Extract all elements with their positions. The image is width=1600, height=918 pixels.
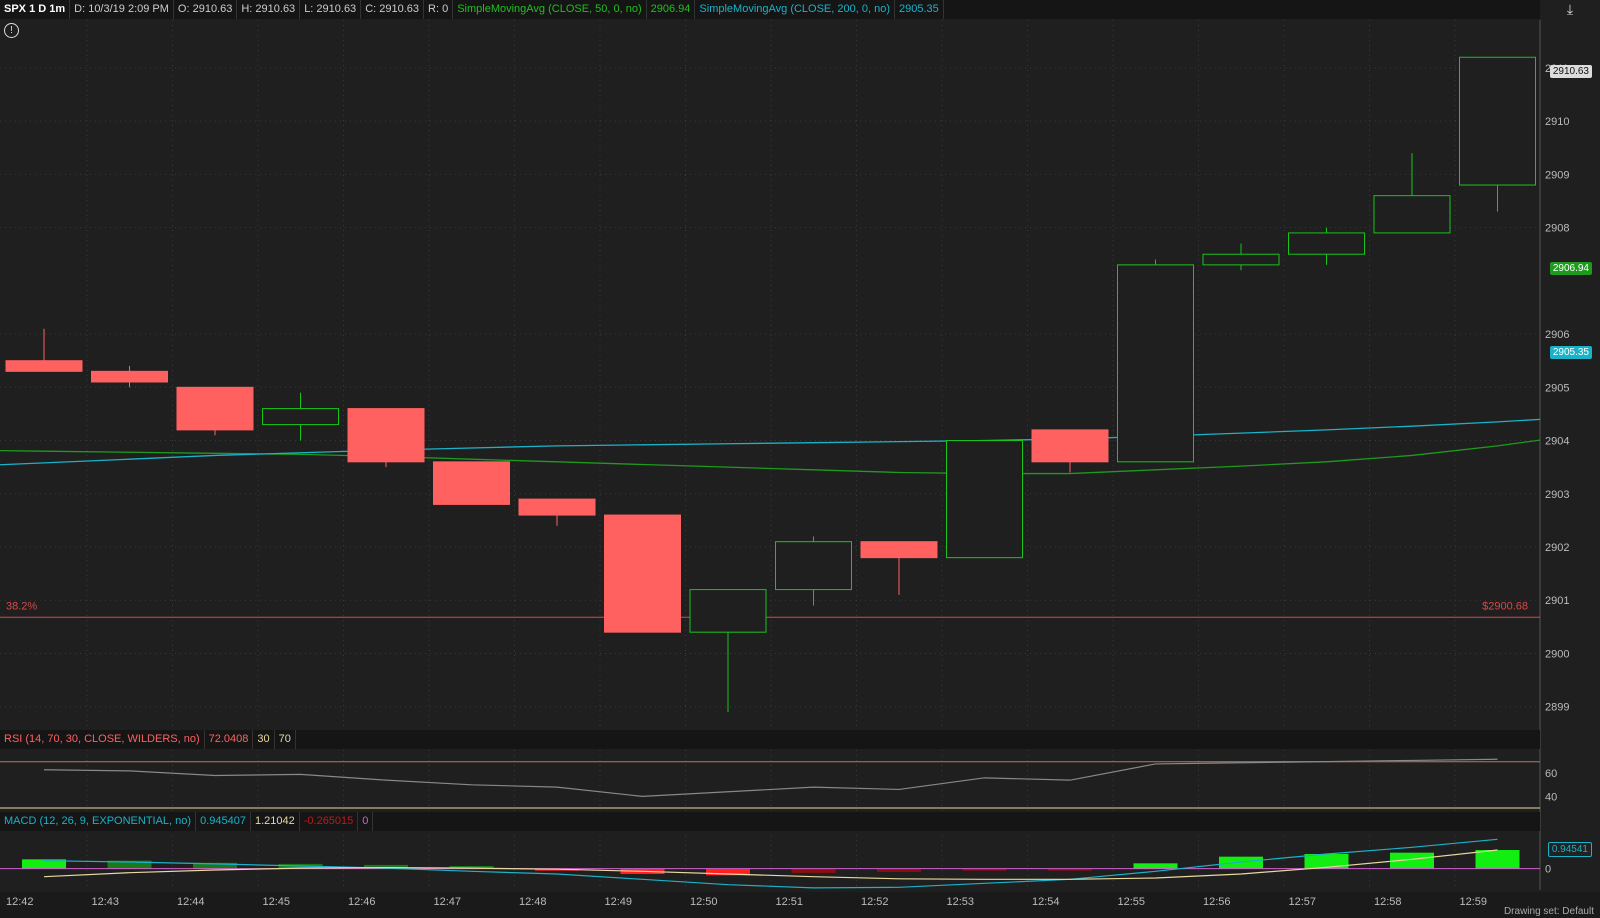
y-tick-label: 2909 — [1545, 169, 1569, 181]
x-tick-label: 12:54 — [1032, 896, 1060, 908]
rsi-label[interactable]: RSI (14, 70, 30, CLOSE, WILDERS, no) — [0, 730, 205, 749]
candle-body — [5, 360, 83, 372]
y-tick-label: 2904 — [1545, 436, 1569, 448]
last-price-box: 2910.63 — [1549, 65, 1592, 78]
sma200-price-box: 2905.35 — [1549, 346, 1592, 359]
candle-body — [689, 589, 767, 633]
candle-body — [262, 408, 339, 426]
x-tick-label: 12:55 — [1118, 896, 1146, 908]
macd-header: MACD (12, 26, 9, EXPONENTIAL, no) 0.9454… — [0, 812, 1540, 831]
x-tick-label: 12:56 — [1203, 896, 1231, 908]
x-tick-label: 12:45 — [263, 896, 291, 908]
high-label: H: 2910.63 — [237, 0, 301, 19]
info-icon[interactable]: ! — [4, 23, 19, 38]
macd-label[interactable]: MACD (12, 26, 9, EXPONENTIAL, no) — [0, 812, 197, 831]
sma50-label[interactable]: SimpleMovingAvg (CLOSE, 50, 0, no) — [453, 0, 647, 19]
rsi-tick-label: 40 — [1545, 791, 1557, 803]
y-tick-label: 2901 — [1545, 595, 1569, 607]
sma200-value: 2905.35 — [895, 0, 944, 19]
range-label: R: 0 — [424, 0, 454, 19]
chart-canvas[interactable]: 2899 2900 2901 2902 2903 2904 2905 2906 2908 2909… — [0, 0, 1600, 918]
candle-body — [347, 408, 425, 463]
fib-label: 38.2% — [6, 600, 37, 612]
rsi-value: 72.0408 — [205, 730, 254, 749]
rsi-tick-label: 60 — [1545, 768, 1557, 780]
x-tick-label: 12:48 — [519, 896, 547, 908]
candle-body — [604, 514, 681, 633]
sma200-label[interactable]: SimpleMovingAvg (CLOSE, 200, 0, no) — [695, 0, 895, 19]
x-tick-label: 12:52 — [861, 896, 889, 908]
candle-body — [1288, 232, 1365, 255]
candle-body — [1459, 56, 1536, 186]
fib-price-label: $2900.68 — [1482, 600, 1528, 612]
candle-body — [91, 370, 168, 383]
chart-header: SPX 1 D 1m D: 10/3/19 2:09 PM O: 2910.63… — [0, 0, 1540, 19]
x-tick-label: 12:50 — [690, 896, 718, 908]
x-tick-label: 12:51 — [776, 896, 804, 908]
sma50-price-box: 2906.94 — [1549, 262, 1592, 275]
candle-body — [860, 541, 938, 559]
date-label: D: 10/3/19 2:09 PM — [70, 0, 174, 19]
close-label: C: 2910.63 — [361, 0, 425, 19]
status-bar: Drawing set: Default — [1503, 906, 1594, 917]
collapse-icon[interactable]: ⤓ — [1562, 1, 1578, 17]
candle-body — [1031, 429, 1109, 463]
open-label: O: 2910.63 — [174, 0, 238, 19]
macd-tick-label: 0 — [1545, 864, 1551, 876]
low-label: L: 2910.63 — [300, 0, 362, 19]
y-tick-label: 2902 — [1545, 542, 1569, 554]
rsi-low: 30 — [253, 730, 275, 749]
y-tick-label: 2910 — [1545, 116, 1569, 128]
y-tick-label: 2899 — [1545, 702, 1569, 714]
macd-histogram-bar — [1133, 863, 1178, 869]
x-tick-label: 12:42 — [6, 896, 34, 908]
candle-body — [518, 498, 596, 516]
x-tick-label: 12:43 — [92, 896, 120, 908]
y-tick-label: 2903 — [1545, 489, 1569, 501]
x-tick-label: 12:44 — [177, 896, 205, 908]
candle-body — [176, 386, 254, 431]
macd-histogram-bar — [791, 868, 836, 873]
candle-body — [1373, 195, 1451, 234]
x-tick-label: 12:49 — [605, 896, 633, 908]
macd-avg: 1.21042 — [251, 812, 300, 831]
rsi-header: RSI (14, 70, 30, CLOSE, WILDERS, no) 72.… — [0, 730, 1540, 749]
x-tick-label: 12:47 — [434, 896, 462, 908]
x-tick-label: 12:53 — [947, 896, 975, 908]
macd-histogram-bar — [1219, 856, 1263, 869]
macd-histogram-bar — [1475, 850, 1520, 869]
candle-body — [775, 541, 852, 591]
macd-value: 0.945407 — [196, 812, 251, 831]
y-tick-label: 2908 — [1545, 223, 1569, 235]
macd-zero: 0 — [358, 812, 374, 831]
candle-body — [433, 461, 510, 505]
symbol-label[interactable]: SPX 1 D 1m — [0, 0, 71, 19]
sma50-value: 2906.94 — [647, 0, 696, 19]
y-tick-label: 2906 — [1545, 329, 1569, 341]
y-tick-label: 2905 — [1545, 382, 1569, 394]
candle-body — [1202, 253, 1280, 266]
rsi-high: 70 — [275, 730, 296, 749]
y-tick-label: 2900 — [1545, 648, 1569, 660]
x-tick-label: 12:46 — [348, 896, 376, 908]
macd-value-box: 0.94541 — [1547, 842, 1592, 857]
macd-diff: -0.265015 — [300, 812, 359, 831]
candle-body — [1117, 264, 1194, 463]
candle-body — [946, 440, 1023, 559]
